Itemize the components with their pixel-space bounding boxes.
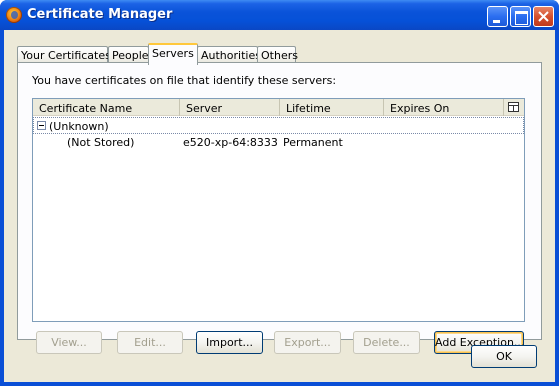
window-title: Certificate Manager [27,7,173,22]
column-picker-icon[interactable] [508,102,519,112]
delete-button[interactable]: Delete... [353,331,420,354]
cell-lifetime: Permanent [283,136,343,149]
column-header-server[interactable]: Server [180,99,280,116]
collapse-icon[interactable] [37,121,46,130]
tree-header: Certificate Name Server Lifetime Expires… [33,99,524,116]
table-row[interactable]: (Not Stored) e520-xp-64:8333 Permanent [33,134,524,151]
group-label: (Unknown) [49,120,109,133]
panel-description: You have certificates on file that ident… [32,74,337,87]
minimize-button[interactable] [487,6,508,27]
ok-button[interactable]: OK [471,345,537,368]
dialog-client-area: Your Certificates People Servers Authori… [4,30,555,382]
view-button[interactable]: View... [36,331,102,354]
column-header-lifetime[interactable]: Lifetime [280,99,384,116]
tree-group-row[interactable]: (Unknown) [33,117,524,134]
title-bar[interactable]: Certificate Manager [0,0,559,30]
import-button[interactable]: Import... [196,331,263,354]
certificate-tree[interactable]: Certificate Name Server Lifetime Expires… [32,98,525,322]
column-header-expires-on[interactable]: Expires On [384,99,504,116]
maximize-button[interactable] [510,6,531,27]
cell-certificate-name: (Not Stored) [67,136,135,149]
servers-panel: You have certificates on file that ident… [17,62,542,354]
edit-button[interactable]: Edit... [117,331,183,354]
column-header-certificate-name[interactable]: Certificate Name [33,99,180,116]
tab-servers[interactable]: Servers [148,43,198,65]
certificate-manager-window: Certificate Manager Your Certificates Pe… [0,0,559,386]
close-icon [538,11,549,22]
cell-server: e520-xp-64:8333 [183,136,278,149]
close-button[interactable] [533,6,554,27]
firefox-icon [6,7,22,23]
export-button[interactable]: Export... [274,331,341,354]
